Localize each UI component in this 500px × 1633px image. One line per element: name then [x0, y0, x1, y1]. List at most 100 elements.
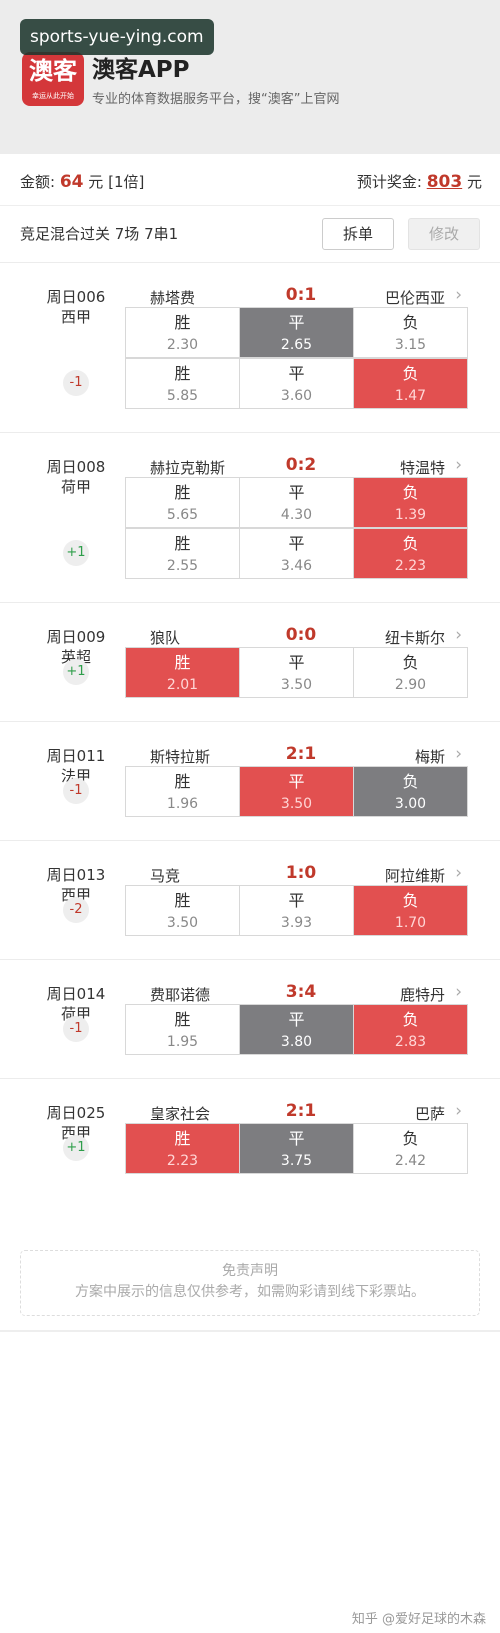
edit-button[interactable]: 修改 [408, 218, 480, 250]
odds-value: 3.46 [280, 558, 313, 574]
odds-option-label: 平 [288, 364, 305, 383]
odds-value: 2.90 [394, 677, 427, 693]
odds-option-label: 平 [288, 772, 305, 791]
odds-option-label: 胜 [174, 313, 191, 332]
odds-cell[interactable]: 负 1.47 [354, 359, 467, 408]
handicap-badge: -2 [63, 897, 89, 923]
chevron-right-icon[interactable]: › [455, 1101, 462, 1121]
match-score: 2:1 [285, 1101, 317, 1121]
match-card[interactable]: 周日011 法甲 斯特拉斯 2:1 梅斯 › -1 胜 1.96 平 3.50 负 3.00 [0, 721, 500, 840]
odds-cell[interactable]: 平 3.80 [240, 1005, 354, 1054]
odds-cell[interactable]: 平 3.60 [240, 359, 354, 408]
odds-option-label: 负 [402, 653, 419, 672]
watermark: sports-yue-ying.com [20, 19, 214, 55]
chevron-right-icon[interactable]: › [455, 982, 462, 1002]
split-button[interactable]: 拆单 [322, 218, 394, 250]
amount-label: 金额: [20, 173, 56, 191]
odds-row: 胜 2.01 平 3.50 负 2.90 [125, 647, 468, 698]
odds-value: 2.65 [280, 337, 313, 353]
odds-value: 1.95 [166, 1034, 199, 1050]
odds-row: 胜 5.85 平 3.60 负 1.47 [125, 358, 468, 409]
odds-cell[interactable]: 负 2.90 [354, 648, 467, 697]
odds-option-label: 负 [402, 1010, 419, 1029]
match-score: 2:1 [285, 744, 317, 764]
odds-cell[interactable]: 平 3.46 [240, 529, 354, 578]
odds-cell[interactable]: 负 2.83 [354, 1005, 467, 1054]
match-score: 3:4 [285, 982, 317, 1002]
odds-option-label: 负 [402, 364, 419, 383]
odds-cell[interactable]: 胜 2.23 [126, 1124, 240, 1173]
amount-value: 64 [59, 172, 84, 192]
odds-cell[interactable]: 负 3.00 [354, 767, 467, 816]
match-number: 周日014 [46, 985, 106, 1003]
odds-option-label: 负 [402, 313, 419, 332]
odds-cell[interactable]: 胜 2.30 [126, 308, 240, 357]
chevron-right-icon[interactable]: › [455, 744, 462, 764]
odds-cell[interactable]: 平 3.75 [240, 1124, 354, 1173]
odds-cell[interactable]: 胜 2.01 [126, 648, 240, 697]
odds-cell[interactable]: 胜 2.55 [126, 529, 240, 578]
match-card[interactable]: 周日025 西甲 皇家社会 2:1 巴萨 › +1 胜 2.23 平 3.75 负 2.42 [0, 1078, 500, 1197]
odds-cell[interactable]: 负 1.70 [354, 886, 467, 935]
chevron-right-icon[interactable]: › [455, 863, 462, 883]
odds-cell[interactable]: 胜 1.95 [126, 1005, 240, 1054]
odds-row: 胜 1.96 平 3.50 负 3.00 [125, 766, 468, 817]
odds-option-label: 胜 [174, 483, 191, 502]
odds-option-label: 胜 [174, 891, 191, 910]
odds-cell[interactable]: 平 3.93 [240, 886, 354, 935]
odds-cell[interactable]: 胜 5.65 [126, 478, 240, 527]
odds-option-label: 胜 [174, 364, 191, 383]
odds-value: 2.42 [394, 1153, 427, 1169]
prize-value: 803 [426, 172, 463, 192]
chevron-right-icon[interactable]: › [455, 455, 462, 475]
odds-value: 2.23 [394, 558, 427, 574]
odds-value: 3.93 [280, 915, 313, 931]
home-team: 赫塔费 [150, 289, 196, 307]
odds-value: 3.60 [280, 388, 313, 404]
odds-option-label: 胜 [174, 1129, 191, 1148]
odds-value: 3.80 [280, 1034, 313, 1050]
match-card[interactable]: 周日009 英超 狼队 0:0 纽卡斯尔 › +1 胜 2.01 平 3.50 负 2.90 [0, 602, 500, 721]
prize-summary: 预计奖金: 803 元 [357, 171, 482, 192]
match-number: 周日013 [46, 866, 106, 884]
odds-cell[interactable]: 平 3.50 [240, 767, 354, 816]
odds-cell[interactable]: 负 1.39 [354, 478, 467, 527]
plan-row: 竞足混合过关 7场 7串1 拆单 修改 [0, 210, 500, 256]
home-team: 皇家社会 [150, 1105, 211, 1123]
odds-cell[interactable]: 负 2.42 [354, 1124, 467, 1173]
odds-cell[interactable]: 胜 1.96 [126, 767, 240, 816]
odds-value: 2.83 [394, 1034, 427, 1050]
home-team: 狼队 [150, 629, 181, 647]
odds-cell[interactable]: 平 2.65 [240, 308, 354, 357]
away-team: 鹿特丹 [399, 986, 445, 1004]
handicap-badge: +1 [63, 540, 89, 566]
odds-cell[interactable]: 负 2.23 [354, 529, 467, 578]
odds-option-label: 负 [402, 534, 419, 553]
chevron-right-icon[interactable]: › [455, 625, 462, 645]
odds-value: 3.75 [280, 1153, 313, 1169]
away-team: 巴萨 [414, 1105, 445, 1123]
disclaimer-box: 免责声明 方案中展示的信息仅供参考，如需购彩请到线下彩票站。 [20, 1250, 480, 1316]
odds-option-label: 负 [402, 772, 419, 791]
odds-option-label: 平 [288, 313, 305, 332]
match-number: 周日009 [46, 628, 106, 646]
match-card[interactable]: 周日008 荷甲 赫拉克勒斯 0:2 特温特 › 胜 5.65 平 4.30 负 1.39 +1 胜 2.5… [0, 432, 500, 602]
match-card[interactable]: 周日014 荷甲 费耶诺德 3:4 鹿特丹 › -1 胜 1.95 平 3.80 负 2.83 [0, 959, 500, 1078]
match-score: 0:1 [285, 285, 317, 305]
divider [0, 1330, 500, 1332]
league-name: 西甲 [60, 308, 91, 326]
odds-cell[interactable]: 胜 3.50 [126, 886, 240, 935]
match-id-league: 周日008 荷甲 [44, 457, 108, 497]
odds-cell[interactable]: 胜 5.85 [126, 359, 240, 408]
odds-cell[interactable]: 平 4.30 [240, 478, 354, 527]
prize-unit: 元 [466, 173, 482, 191]
chevron-right-icon[interactable]: › [455, 285, 462, 305]
odds-cell[interactable]: 负 3.15 [354, 308, 467, 357]
match-card[interactable]: 周日013 西甲 马竞 1:0 阿拉维斯 › -2 胜 3.50 平 3.93 负 1.70 [0, 840, 500, 959]
odds-value: 3.50 [280, 677, 313, 693]
odds-value: 3.50 [166, 915, 199, 931]
amount-summary: 金额: 64 元 [1倍] [20, 171, 144, 192]
odds-row: 胜 2.55 平 3.46 负 2.23 [125, 528, 468, 579]
odds-cell[interactable]: 平 3.50 [240, 648, 354, 697]
match-card[interactable]: 周日006 西甲 赫塔费 0:1 巴伦西亚 › 胜 2.30 平 2.65 负 3.15 -1 胜 5.85… [0, 262, 500, 432]
